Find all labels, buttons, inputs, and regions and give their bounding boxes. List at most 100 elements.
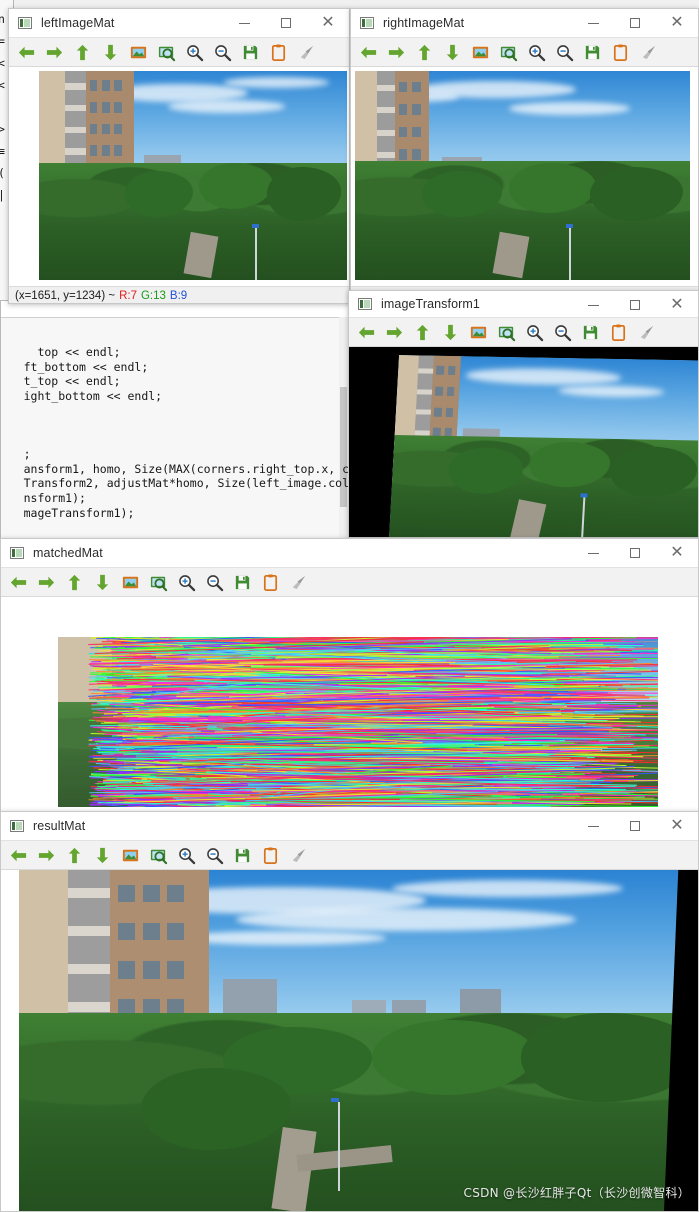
zoom-out-icon[interactable] bbox=[205, 846, 224, 865]
brush-icon[interactable] bbox=[637, 323, 656, 342]
close-button[interactable]: ✕ bbox=[656, 812, 698, 840]
fit-image-icon[interactable] bbox=[121, 846, 140, 865]
brush-icon[interactable] bbox=[297, 43, 316, 62]
pan-left-icon[interactable] bbox=[17, 43, 36, 62]
pan-right-icon[interactable] bbox=[385, 323, 404, 342]
window-resultmat[interactable]: resultMat ✕ CSDN @长沙红胖子Qt（长沙创微智科） bbox=[0, 811, 699, 1212]
toolbar-resultmat[interactable] bbox=[1, 840, 698, 870]
zoom-in-icon[interactable] bbox=[525, 323, 544, 342]
close-button[interactable]: ✕ bbox=[656, 9, 698, 37]
pan-right-icon[interactable] bbox=[37, 573, 56, 592]
pan-up-icon[interactable] bbox=[65, 846, 84, 865]
save-icon[interactable] bbox=[233, 846, 252, 865]
image-canvas-rightimagemat[interactable] bbox=[351, 67, 698, 286]
toolbar-matchedmat[interactable] bbox=[1, 567, 698, 597]
pan-left-icon[interactable] bbox=[9, 573, 28, 592]
window-leftimagemat[interactable]: leftImageMat ✕ (x=1651, y=1234) ~ R:7 G:… bbox=[8, 8, 350, 304]
image-canvas-leftimagemat[interactable] bbox=[9, 67, 349, 286]
copy-icon[interactable] bbox=[611, 43, 630, 62]
maximize-button[interactable] bbox=[265, 9, 307, 37]
fit-image-icon[interactable] bbox=[469, 323, 488, 342]
save-icon[interactable] bbox=[241, 43, 260, 62]
window-icon bbox=[10, 820, 24, 832]
titlebar-imagetransform1[interactable]: imageTransform1 ✕ bbox=[349, 291, 698, 317]
zoom-fit-icon[interactable] bbox=[497, 323, 516, 342]
save-icon[interactable] bbox=[581, 323, 600, 342]
close-button[interactable]: ✕ bbox=[307, 9, 349, 37]
titlebar-resultmat[interactable]: resultMat ✕ bbox=[1, 812, 698, 840]
pan-down-icon[interactable] bbox=[93, 573, 112, 592]
close-button[interactable]: ✕ bbox=[656, 539, 698, 567]
image-canvas-resultmat[interactable]: CSDN @长沙红胖子Qt（长沙创微智科） bbox=[1, 870, 698, 1211]
pan-left-icon[interactable] bbox=[357, 323, 376, 342]
pan-up-icon[interactable] bbox=[73, 43, 92, 62]
window-rightimagemat[interactable]: rightImageMat ✕ bbox=[350, 8, 699, 304]
zoom-out-icon[interactable] bbox=[213, 43, 232, 62]
pan-left-icon[interactable] bbox=[359, 43, 378, 62]
window-icon bbox=[10, 547, 24, 559]
pan-left-icon[interactable] bbox=[9, 846, 28, 865]
titlebar-leftimagemat[interactable]: leftImageMat ✕ bbox=[9, 9, 349, 37]
watermark-text: CSDN @长沙红胖子Qt（长沙创微智科） bbox=[463, 1186, 690, 1200]
save-icon[interactable] bbox=[583, 43, 602, 62]
minimize-button[interactable] bbox=[223, 9, 265, 37]
pan-down-icon[interactable] bbox=[93, 846, 112, 865]
pan-up-icon[interactable] bbox=[65, 573, 84, 592]
toolbar-rightimagemat[interactable] bbox=[351, 37, 698, 67]
pan-down-icon[interactable] bbox=[441, 323, 460, 342]
titlebar-matchedmat[interactable]: matchedMat ✕ bbox=[1, 539, 698, 567]
copy-icon[interactable] bbox=[261, 573, 280, 592]
brush-icon[interactable] bbox=[639, 43, 658, 62]
image-canvas-matchedmat[interactable] bbox=[1, 597, 698, 817]
fit-image-icon[interactable] bbox=[471, 43, 490, 62]
window-buttons: ✕ bbox=[572, 9, 698, 37]
fit-image-icon[interactable] bbox=[121, 573, 140, 592]
pixel-red-left: R:7 bbox=[119, 290, 137, 302]
zoom-out-icon[interactable] bbox=[205, 573, 224, 592]
toolbar-imagetransform1[interactable] bbox=[349, 317, 698, 347]
pan-down-icon[interactable] bbox=[443, 43, 462, 62]
window-imagetransform1[interactable]: imageTransform1 ✕ bbox=[348, 290, 699, 538]
minimize-button[interactable] bbox=[572, 9, 614, 37]
image-canvas-imagetransform1[interactable] bbox=[349, 347, 698, 537]
pan-down-icon[interactable] bbox=[101, 43, 120, 62]
code-strip-text: n = < < > ≡ ( | bbox=[0, 8, 5, 206]
copy-icon[interactable] bbox=[609, 323, 628, 342]
pan-right-icon[interactable] bbox=[387, 43, 406, 62]
zoom-fit-icon[interactable] bbox=[149, 573, 168, 592]
zoom-in-icon[interactable] bbox=[185, 43, 204, 62]
minimize-button[interactable] bbox=[572, 539, 614, 567]
zoom-out-icon[interactable] bbox=[553, 323, 572, 342]
titlebar-rightimagemat[interactable]: rightImageMat ✕ bbox=[351, 9, 698, 37]
zoom-fit-icon[interactable] bbox=[149, 846, 168, 865]
zoom-fit-icon[interactable] bbox=[157, 43, 176, 62]
close-button[interactable]: ✕ bbox=[656, 291, 698, 319]
zoom-out-icon[interactable] bbox=[555, 43, 574, 62]
pan-up-icon[interactable] bbox=[415, 43, 434, 62]
pan-right-icon[interactable] bbox=[45, 43, 64, 62]
code-editor-window[interactable]: top << endl; ft_bottom << endl; t_top <<… bbox=[0, 300, 350, 540]
minimize-button[interactable] bbox=[572, 812, 614, 840]
cursor-coords-left: (x=1651, y=1234) ~ bbox=[15, 290, 116, 302]
photo-left-view bbox=[39, 71, 347, 280]
brush-icon[interactable] bbox=[289, 573, 308, 592]
window-matchedmat[interactable]: matchedMat ✕ bbox=[0, 538, 699, 818]
pan-right-icon[interactable] bbox=[37, 846, 56, 865]
toolbar-leftimagemat[interactable] bbox=[9, 37, 349, 67]
pan-up-icon[interactable] bbox=[413, 323, 432, 342]
minimize-button[interactable] bbox=[572, 291, 614, 319]
maximize-button[interactable] bbox=[614, 291, 656, 319]
zoom-in-icon[interactable] bbox=[177, 573, 196, 592]
fit-image-icon[interactable] bbox=[129, 43, 148, 62]
maximize-button[interactable] bbox=[614, 9, 656, 37]
maximize-button[interactable] bbox=[614, 812, 656, 840]
copy-icon[interactable] bbox=[269, 43, 288, 62]
maximize-button[interactable] bbox=[614, 539, 656, 567]
zoom-fit-icon[interactable] bbox=[499, 43, 518, 62]
save-icon[interactable] bbox=[233, 573, 252, 592]
zoom-in-icon[interactable] bbox=[527, 43, 546, 62]
zoom-in-icon[interactable] bbox=[177, 846, 196, 865]
warped-photo-imagetransform1 bbox=[388, 355, 698, 537]
copy-icon[interactable] bbox=[261, 846, 280, 865]
brush-icon[interactable] bbox=[289, 846, 308, 865]
